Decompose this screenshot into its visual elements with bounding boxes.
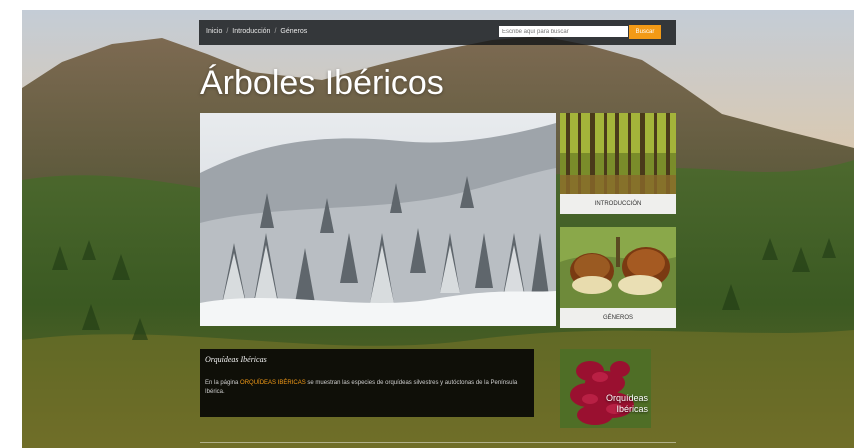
orquideas-caption: Orquídeas Ibéricas [578, 393, 648, 415]
info-link-orquideas[interactable]: ORQUÍDEAS IBÉRICAS [240, 380, 306, 386]
breadcrumb-separator: / [226, 28, 229, 35]
breadcrumb-link-inicio[interactable]: Inicio [206, 28, 222, 35]
site-title: Árboles Ibéricos [200, 64, 444, 102]
search-input[interactable] [499, 26, 628, 37]
card-label-generos: GÉNEROS [560, 308, 676, 328]
orchid-image [560, 349, 651, 428]
orquideas-tile[interactable]: Orquídeas Ibéricas [560, 349, 651, 428]
breadcrumb: Inicio / Introducción / Géneros [206, 28, 307, 35]
orquideas-caption-line1: Orquídeas [605, 393, 648, 403]
card-image-acorns [560, 227, 676, 308]
top-navbar: Inicio/Introducción/Géneros Buscar [199, 20, 676, 45]
info-title: Orquídeas Ibéricas [205, 355, 267, 364]
search-button[interactable]: Buscar [629, 25, 661, 39]
card-introduccion[interactable]: INTRODUCCIÓN [560, 113, 676, 214]
info-text-before: En la página [205, 380, 239, 386]
hero-image-snowy-forest [200, 113, 556, 326]
footer-divider [200, 442, 676, 443]
card-generos[interactable]: GÉNEROS [560, 227, 676, 328]
orquideas-caption-line2: Ibéricas [616, 404, 648, 414]
breadcrumb-link-introduccion[interactable]: Introducción [232, 28, 270, 35]
info-box-orquideas: Orquídeas Ibéricas En la página ORQUÍDEA… [200, 349, 534, 417]
breadcrumb-link-generos[interactable]: Géneros [280, 28, 307, 35]
info-text: En la página ORQUÍDEAS IBÉRICAS se muest… [205, 379, 531, 397]
page-background: Inicio/Introducción/Géneros Buscar Árbol… [22, 10, 854, 448]
card-image-beech-forest [560, 113, 676, 194]
breadcrumb-separator: / [274, 28, 277, 35]
card-label-introduccion: INTRODUCCIÓN [560, 194, 676, 214]
